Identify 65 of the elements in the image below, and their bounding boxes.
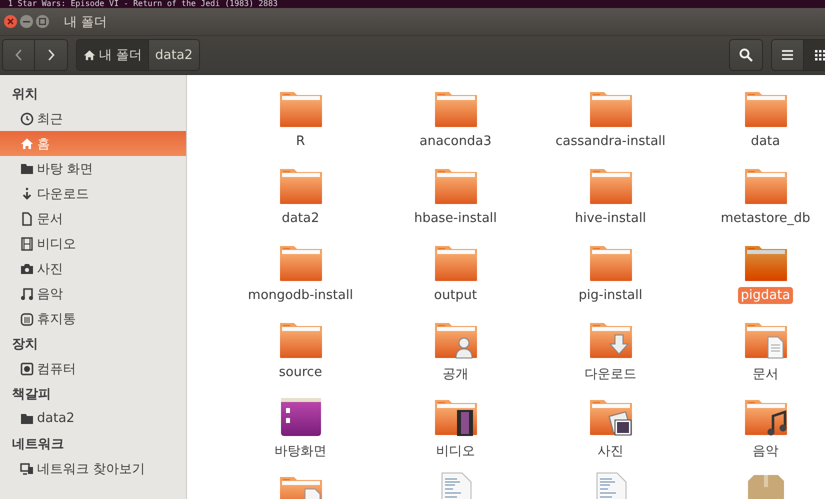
minimize-button[interactable]: [20, 15, 33, 28]
sidebar-heading: 위치: [11, 86, 39, 104]
file-name[interactable]: anaconda3: [416, 133, 494, 150]
file-name[interactable]: 음악: [750, 441, 782, 461]
film-icon: [20, 236, 34, 250]
folder-icon: [20, 162, 34, 176]
sidebar-heading: 책갈피: [11, 386, 52, 404]
sidebar-item[interactable]: 음악: [0, 281, 186, 306]
search-icon: [739, 48, 753, 62]
file-name[interactable]: hive-install: [572, 210, 650, 227]
menu-icon: [782, 50, 793, 60]
camera-icon: [20, 262, 34, 276]
home-icon: [20, 136, 34, 150]
sidebar-item[interactable]: 다운로드: [0, 181, 186, 206]
file-name[interactable]: mongodb-install: [244, 287, 356, 304]
file-name[interactable]: 문서: [750, 364, 782, 384]
sidebar-item[interactable]: 컴퓨터: [0, 356, 186, 381]
network-icon: [20, 462, 34, 476]
file-name[interactable]: R: [292, 133, 308, 150]
file-name[interactable]: metastore_db: [718, 210, 814, 227]
maximize-icon: [39, 18, 46, 25]
search-button[interactable]: [730, 40, 762, 70]
path-button[interactable]: data2: [149, 40, 199, 70]
forward-button[interactable]: [35, 40, 67, 70]
file-name[interactable]: data: [748, 133, 784, 150]
music-icon: [20, 286, 34, 300]
file-name[interactable]: 사진: [594, 441, 626, 461]
file-name[interactable]: 비디오: [433, 441, 478, 461]
sidebar-item[interactable]: 바탕 화면: [0, 156, 186, 181]
file-name[interactable]: pig-install: [576, 287, 646, 304]
chevron-left-icon: [14, 49, 22, 61]
file-name[interactable]: 다운로드: [582, 364, 640, 384]
file-name[interactable]: output: [431, 287, 480, 304]
clock-icon: [20, 112, 34, 126]
sidebar-heading: 장치: [11, 336, 39, 354]
sidebar-item[interactable]: 휴지통: [0, 306, 186, 331]
trash-icon: [20, 312, 34, 326]
file-name[interactable]: source: [276, 364, 326, 381]
sidebar-item[interactable]: 사진: [0, 256, 186, 281]
sidebar-item[interactable]: 문서: [0, 206, 186, 231]
sidebar-item[interactable]: 비디오: [0, 231, 186, 256]
maximize-button[interactable]: [36, 15, 49, 28]
sidebar-item[interactable]: 네트워크 찾아보기: [0, 456, 186, 481]
back-button[interactable]: [3, 40, 35, 70]
sidebar-item[interactable]: 최근: [0, 106, 186, 131]
download-icon: [20, 186, 34, 200]
window-title: 내 폴더: [64, 14, 108, 30]
sidebar-item[interactable]: data2: [0, 406, 186, 431]
file-name[interactable]: 공개: [440, 364, 472, 384]
home-icon: [83, 49, 96, 61]
list-view-button[interactable]: [772, 40, 804, 70]
grid-icon: [814, 50, 825, 60]
folder-icon: [20, 412, 34, 426]
sidebar-heading: 네트워크: [11, 436, 65, 454]
chevron-right-icon: [47, 49, 55, 61]
file-name[interactable]: 바탕화면: [272, 441, 330, 461]
close-icon: [7, 18, 14, 25]
close-button[interactable]: [4, 15, 17, 28]
document-icon: [20, 212, 34, 226]
minimize-icon: [23, 20, 30, 22]
file-name[interactable]: cassandra-install: [552, 133, 669, 150]
path-button[interactable]: 내 폴더: [77, 40, 150, 70]
terminal-text: 1 Star Wars: Episode VI - Return of the Jedi (1983) 2883: [0, 0, 825, 8]
file-name[interactable]: hbase-install: [411, 210, 500, 227]
file-name[interactable]: data2: [278, 210, 322, 227]
